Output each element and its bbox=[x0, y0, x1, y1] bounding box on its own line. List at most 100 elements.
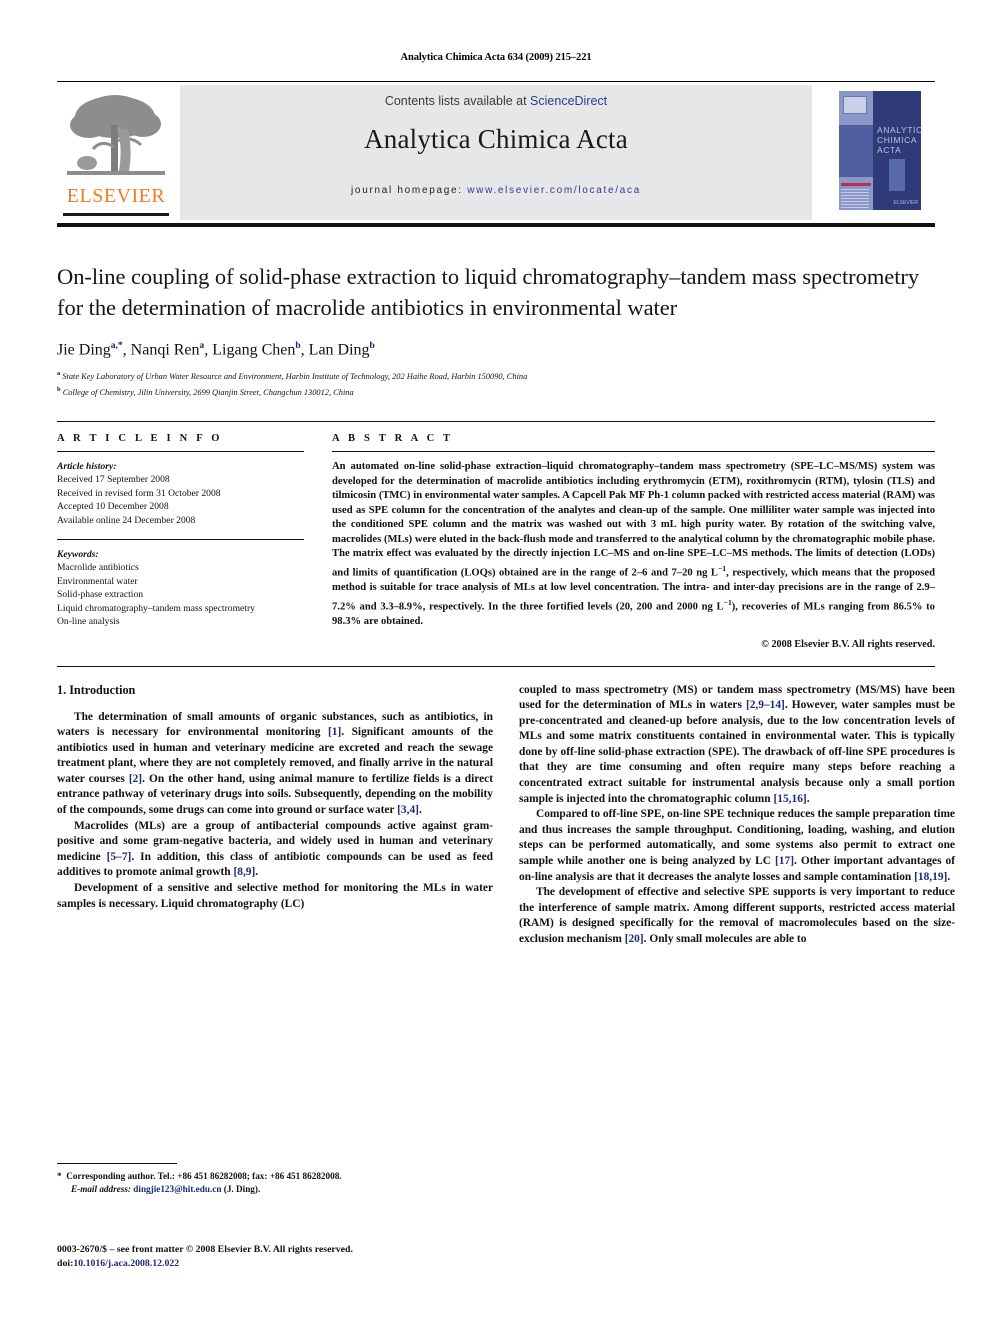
citation-ref[interactable]: [3,4] bbox=[397, 804, 419, 816]
author-name: Ligang Chen bbox=[212, 341, 296, 359]
affiliation-text: College of Chemistry, Jilin University, … bbox=[62, 387, 354, 397]
abstract-rule bbox=[332, 450, 935, 452]
elsevier-logo: ELSEVIER bbox=[57, 85, 175, 220]
cover-photo-strip bbox=[839, 125, 873, 177]
footnote-star-marker: * bbox=[57, 1171, 62, 1181]
history-item: Available online 24 December 2008 bbox=[57, 514, 196, 526]
elsevier-rule bbox=[63, 213, 169, 216]
article-info-heading: A R T I C L E I N F O bbox=[57, 432, 223, 444]
cover-red-bar bbox=[841, 183, 871, 186]
imprint-block: 0003-2670/$ – see front matter © 2008 El… bbox=[57, 1243, 527, 1270]
author-name: Lan Ding bbox=[308, 341, 370, 359]
abstract-column: A B S T R A C T An automated on-line sol… bbox=[332, 433, 935, 650]
affiliation-mark: a bbox=[57, 370, 61, 378]
cover-journal-title: ANALYTICA CHIMICA ACTA bbox=[877, 125, 921, 155]
citation-ref[interactable]: [2] bbox=[129, 773, 142, 785]
abstract-text: An automated on-line solid-phase extract… bbox=[332, 460, 935, 630]
citation-ref[interactable]: [18,19] bbox=[914, 871, 947, 883]
author-marks: b bbox=[369, 341, 375, 351]
email-link[interactable]: dingjie123@hit.edu.cn bbox=[133, 1184, 221, 1194]
doi-link[interactable]: 10.1016/j.aca.2008.12.022 bbox=[73, 1258, 179, 1269]
paragraph: Macrolides (MLs) are a group of antibact… bbox=[57, 819, 493, 881]
journal-homepage: journal homepage: www.elsevier.com/locat… bbox=[57, 185, 935, 196]
corresponding-author-text: Corresponding author. Tel.: +86 451 8628… bbox=[66, 1171, 342, 1181]
running-head: Analytica Chimica Acta 634 (2009) 215–22… bbox=[400, 52, 592, 63]
section-heading-introduction: 1. Introduction bbox=[57, 682, 136, 697]
masthead-bottom-bar bbox=[57, 223, 935, 227]
author-name: Jie Ding bbox=[57, 341, 111, 359]
author-sep: , bbox=[300, 341, 309, 359]
journal-cover-thumbnail: ANALYTICA CHIMICA ACTA ELSEVIER bbox=[817, 85, 935, 220]
paragraph-text: . bbox=[418, 804, 422, 817]
citation-ref[interactable]: [1] bbox=[328, 726, 341, 738]
cover-logo-box bbox=[843, 96, 867, 114]
article-info-separator bbox=[57, 538, 304, 540]
cover-publisher-mark: ELSEVIER bbox=[893, 200, 918, 206]
article-info-rule bbox=[57, 450, 304, 452]
abstract-sup-2: −1 bbox=[723, 597, 732, 607]
article-history: Article history: Received 17 September 2… bbox=[57, 460, 304, 527]
history-item: Accepted 10 December 2008 bbox=[57, 501, 169, 513]
article-history-label: Article history: bbox=[57, 460, 117, 472]
footnote-line-2: E-mail address: dingjie123@hit.edu.cn (J… bbox=[57, 1183, 493, 1196]
keywords-block: Keywords: Macrolide antibiotics Environm… bbox=[57, 548, 304, 628]
author-sep: , bbox=[122, 341, 131, 359]
footnote-line-1: * Corresponding author. Tel.: +86 451 86… bbox=[57, 1170, 493, 1183]
title-block: On-line coupling of solid-phase extracti… bbox=[57, 261, 935, 399]
paragraph-text: Development of a sensitive and selective… bbox=[57, 882, 493, 910]
body-column-left: 1. Introduction The determination of sma… bbox=[57, 683, 493, 948]
body-top-rule bbox=[57, 665, 935, 667]
cover-j-shape bbox=[889, 159, 905, 191]
history-item: Received in revised form 31 October 2008 bbox=[57, 487, 221, 499]
abstract-sup-1: −1 bbox=[717, 564, 727, 574]
paragraph-text: . bbox=[806, 792, 810, 805]
email-suffix: (J. Ding). bbox=[221, 1183, 261, 1194]
cover-text-lines bbox=[841, 189, 869, 210]
citation-ref[interactable]: [17] bbox=[775, 855, 794, 867]
paragraph-text: . However, water samples must be pre-con… bbox=[519, 699, 955, 805]
homepage-label: journal homepage: bbox=[351, 185, 468, 196]
paragraph: Compared to off-line SPE, on-line SPE te… bbox=[519, 807, 955, 885]
cover-art: ANALYTICA CHIMICA ACTA ELSEVIER bbox=[839, 91, 921, 210]
keyword-item: On-line analysis bbox=[57, 615, 120, 627]
affiliation-text: State Key Laboratory of Urban Water Reso… bbox=[62, 372, 528, 382]
keyword-item: Liquid chromatography–tandem mass spectr… bbox=[57, 602, 255, 614]
body-columns: 1. Introduction The determination of sma… bbox=[57, 683, 955, 948]
doi-label: doi: bbox=[57, 1257, 74, 1269]
affiliation-list: a State Key Laboratory of Urban Water Re… bbox=[57, 368, 935, 399]
citation-ref[interactable]: [20] bbox=[625, 933, 644, 945]
info-abstract-section: A R T I C L E I N F O Article history: R… bbox=[57, 420, 935, 650]
citation-ref[interactable]: [15,16] bbox=[773, 793, 806, 805]
citation-ref[interactable]: [5–7] bbox=[107, 851, 132, 863]
author-marks: a,* bbox=[110, 341, 123, 351]
email-label: E-mail address: bbox=[71, 1183, 131, 1194]
abstract-copyright: © 2008 Elsevier B.V. All rights reserved… bbox=[761, 638, 935, 650]
abstract-part-1: An automated on-line solid-phase extract… bbox=[332, 460, 935, 579]
paragraph: Development of a sensitive and selective… bbox=[57, 881, 493, 912]
journal-masthead: Contents lists available at ScienceDirec… bbox=[57, 81, 935, 223]
affiliation-item: b College of Chemistry, Jilin University… bbox=[57, 384, 935, 399]
author-name: Nanqi Ren bbox=[130, 341, 200, 359]
body-column-right: coupled to mass spectrometry (MS) or tan… bbox=[519, 683, 955, 948]
citation-ref[interactable]: [2,9–14] bbox=[746, 699, 785, 711]
article-info-column: A R T I C L E I N F O Article history: R… bbox=[57, 433, 304, 650]
citation-ref[interactable]: [8,9] bbox=[233, 866, 255, 878]
footnote-rule bbox=[57, 1163, 177, 1164]
history-item: Received 17 September 2008 bbox=[57, 474, 170, 486]
keyword-item: Environmental water bbox=[57, 575, 138, 587]
sciencedirect-link[interactable]: ScienceDirect bbox=[530, 94, 607, 108]
paragraph: The determination of small amounts of or… bbox=[57, 710, 493, 819]
paragraph-text: . Only small molecules are able to bbox=[643, 933, 807, 946]
elsevier-wordmark: ELSEVIER bbox=[66, 185, 166, 207]
paragraph: The development of effective and selecti… bbox=[519, 885, 955, 947]
author-list: Jie Dinga,*, Nanqi Rena, Ligang Chenb, L… bbox=[57, 341, 935, 359]
journal-title: Analytica Chimica Acta bbox=[364, 124, 628, 154]
sciencedirect-line: Contents lists available at ScienceDirec… bbox=[57, 94, 935, 108]
abstract-heading: A B S T R A C T bbox=[332, 432, 454, 444]
paragraph: coupled to mass spectrometry (MS) or tan… bbox=[519, 683, 955, 808]
affiliation-item: a State Key Laboratory of Urban Water Re… bbox=[57, 368, 935, 383]
affiliation-mark: b bbox=[57, 385, 61, 393]
issn-line: 0003-2670/$ – see front matter © 2008 El… bbox=[57, 1244, 353, 1255]
homepage-url-link[interactable]: www.elsevier.com/locate/aca bbox=[467, 185, 641, 196]
elsevier-tree-icon bbox=[67, 95, 165, 175]
